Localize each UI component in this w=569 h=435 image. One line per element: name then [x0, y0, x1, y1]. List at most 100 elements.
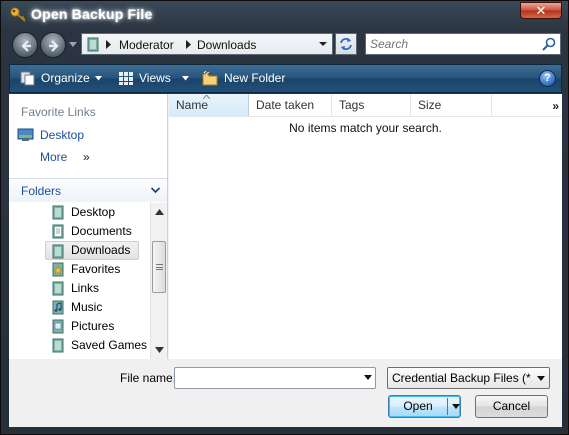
column-headers: Name Date taken Tags Size »: [169, 94, 562, 117]
file-type-filter[interactable]: Credential Backup Files (*.crd: [387, 367, 550, 389]
tree-item-label: Documents: [71, 224, 132, 238]
scroll-down-icon[interactable]: [155, 347, 164, 353]
organize-icon: [20, 71, 35, 86]
star-folder-icon: [52, 262, 64, 277]
folder-tree: Desktop Documents Downloads Favorites Li…: [9, 203, 149, 359]
breadcrumb-separator-icon[interactable]: [186, 40, 192, 49]
column-header-date-taken[interactable]: Date taken: [249, 94, 332, 116]
key-icon: [10, 7, 26, 22]
organize-menu[interactable]: Organize: [18, 65, 106, 92]
address-dropdown-icon[interactable]: [316, 36, 330, 52]
folder-icon: [52, 281, 64, 296]
column-header-label: Size: [418, 98, 442, 112]
open-button[interactable]: Open: [388, 395, 461, 418]
search-box[interactable]: [365, 33, 561, 55]
search-input[interactable]: [370, 36, 538, 52]
close-icon: ✕: [535, 3, 547, 18]
recent-pages-dropdown-icon[interactable]: [69, 42, 77, 48]
favorite-links-header: Favorite Links: [21, 105, 96, 119]
close-button[interactable]: ✕: [520, 2, 562, 19]
breadcrumb-moderator[interactable]: Moderator: [119, 37, 174, 53]
scrollbar-thumb[interactable]: [152, 241, 166, 293]
tree-item-documents[interactable]: Documents: [47, 222, 147, 241]
refresh-button[interactable]: [335, 33, 357, 55]
tree-item-label: Pictures: [71, 319, 115, 333]
grip-icon: [156, 264, 163, 270]
open-options-dropdown-icon[interactable]: [452, 404, 460, 409]
tree-item-label: Desktop: [71, 205, 116, 219]
new-folder-label: New Folder: [224, 71, 286, 85]
tree-item-music[interactable]: Music: [47, 298, 147, 317]
cancel-button-label: Cancel: [492, 399, 531, 413]
sort-ascending-icon: [203, 95, 210, 99]
file-list[interactable]: Name Date taken Tags Size » No items mat…: [169, 94, 562, 359]
column-header-size[interactable]: Size: [411, 94, 492, 116]
music-icon: [52, 300, 64, 315]
column-header-label: Name: [176, 98, 209, 112]
folder-icon: [52, 244, 64, 259]
forward-button[interactable]: [40, 32, 66, 58]
file-type-filter-value: Credential Backup Files (*.crd: [392, 371, 532, 385]
favorite-link-desktop[interactable]: Desktop: [17, 126, 157, 144]
column-header-label: Date taken: [256, 98, 315, 112]
split-divider: [447, 398, 448, 415]
tree-item-label: Downloads: [71, 243, 131, 257]
chevron-right-icon: »: [83, 150, 90, 164]
tree-item-label: Links: [71, 281, 100, 295]
tree-item-links[interactable]: Links: [47, 279, 147, 298]
more-label: More: [40, 150, 68, 164]
file-name-label: File name:: [120, 371, 177, 385]
back-button[interactable]: [12, 32, 38, 58]
folders-header[interactable]: Folders: [9, 178, 167, 202]
scroll-up-icon[interactable]: [155, 209, 164, 215]
views-menu[interactable]: Views: [116, 65, 194, 92]
chevron-down-icon: [151, 187, 160, 194]
new-folder-button[interactable]: New Folder: [202, 65, 302, 92]
title-bar[interactable]: Open Backup File ✕: [1, 1, 568, 27]
breadcrumb-downloads[interactable]: Downloads: [197, 37, 256, 53]
chevron-down-icon: [182, 76, 189, 81]
column-header-tags[interactable]: Tags: [332, 94, 411, 116]
more-columns-icon[interactable]: »: [552, 99, 559, 113]
folder-icon: [52, 338, 64, 353]
favorite-links-more[interactable]: More »: [17, 148, 107, 166]
documents-icon: [52, 224, 64, 239]
organize-label: Organize: [41, 71, 90, 85]
forward-arrow-icon: [49, 40, 59, 52]
help-icon[interactable]: ?: [539, 70, 556, 87]
desktop-icon: [17, 128, 34, 141]
chevron-down-icon[interactable]: [364, 375, 372, 380]
column-header-label: Tags: [339, 98, 365, 112]
tree-item-label: Music: [71, 300, 103, 314]
dialog-body: Favorite Links Desktop More » Folders De…: [9, 94, 562, 427]
pictures-icon: [52, 319, 64, 334]
open-button-label: Open: [403, 399, 433, 413]
back-arrow-icon: [21, 40, 31, 52]
file-name-input[interactable]: [179, 371, 349, 385]
cancel-button[interactable]: Cancel: [475, 395, 548, 418]
tree-item-favorites[interactable]: Favorites: [47, 260, 147, 279]
tree-item-label: Saved Games: [71, 338, 148, 352]
folder-tree-scrollbar[interactable]: [150, 203, 167, 359]
favorite-link-label: Desktop: [40, 128, 85, 142]
tree-item-saved-games[interactable]: Saved Games: [47, 336, 147, 355]
window-title: Open Backup File: [31, 6, 153, 22]
views-label: Views: [139, 71, 171, 85]
tree-item-pictures[interactable]: Pictures: [47, 317, 147, 336]
search-icon[interactable]: [542, 37, 556, 51]
folders-label: Folders: [21, 184, 62, 198]
file-name-combobox[interactable]: [174, 367, 376, 389]
tree-item-desktop[interactable]: Desktop: [47, 203, 147, 222]
views-icon: [119, 72, 133, 85]
refresh-icon: [340, 38, 352, 50]
folder-icon: [52, 205, 64, 220]
address-bar[interactable]: Moderator Downloads: [81, 33, 333, 55]
tree-item-label: Favorites: [71, 262, 121, 276]
navigation-pane: Favorite Links Desktop More » Folders De…: [9, 94, 168, 359]
tree-item-downloads[interactable]: Downloads: [45, 241, 139, 260]
folder-icon: [87, 37, 99, 52]
breadcrumb-separator-icon[interactable]: [106, 40, 112, 49]
column-header-name[interactable]: Name: [169, 94, 249, 116]
command-bar: Organize Views New Folder ?: [9, 64, 562, 93]
new-folder-icon: [202, 71, 218, 86]
